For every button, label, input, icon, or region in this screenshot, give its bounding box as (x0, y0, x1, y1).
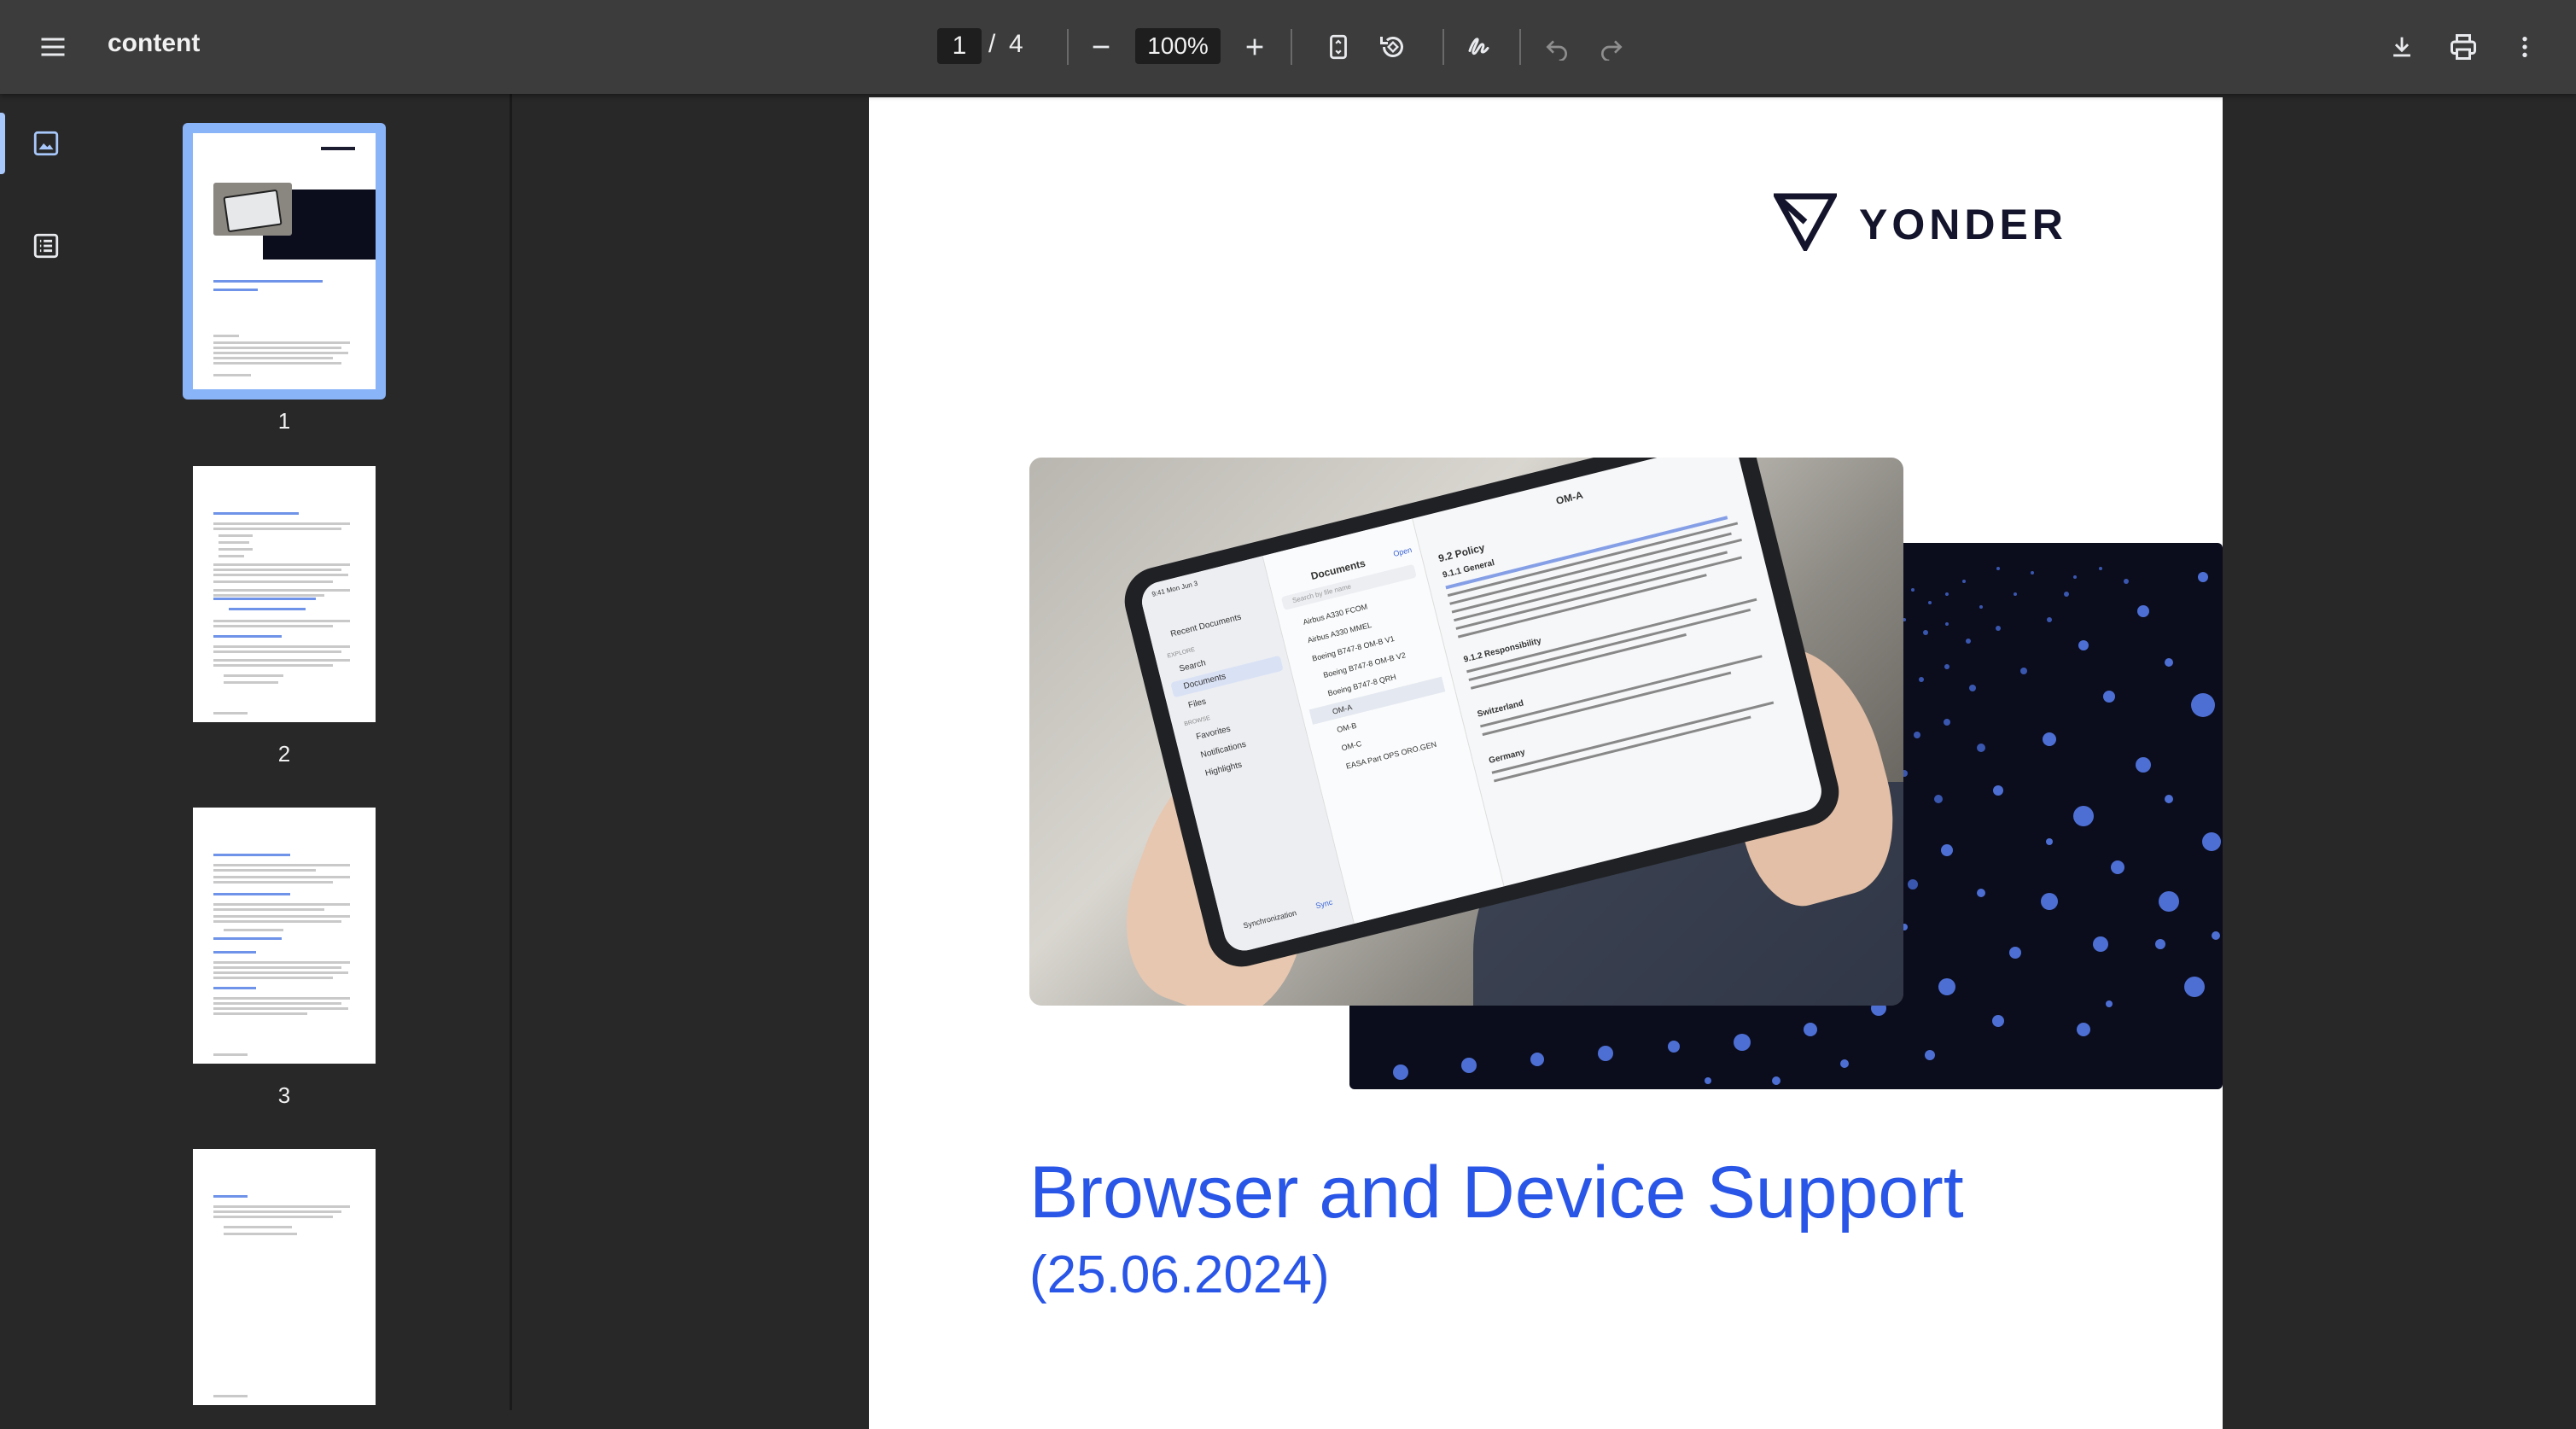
document-date: (25.06.2024) (1029, 1245, 1330, 1304)
image-icon (33, 131, 59, 156)
thumbnail-page-number: 3 (277, 1082, 291, 1108)
menu-button[interactable] (26, 20, 80, 74)
draw-icon (1468, 38, 1489, 55)
zoom-input[interactable] (1135, 28, 1221, 64)
print-button[interactable] (2436, 20, 2491, 74)
undo-icon (1546, 40, 1567, 61)
thumbnail-page-2[interactable]: 2 (183, 456, 386, 780)
rotate-icon (1380, 36, 1403, 57)
zoom-in-button[interactable] (1227, 20, 1282, 74)
outline-view-button[interactable] (29, 229, 63, 263)
tablet-photo: 9:41 Mon Jun 3 Recent Documents EXPLORE … (1029, 458, 1903, 1006)
fit-to-page-button[interactable] (1311, 20, 1366, 74)
tablet-subheading: Germany (1488, 747, 1526, 767)
view-rail (0, 94, 90, 1410)
yonder-logo-icon (1774, 193, 1837, 251)
download-icon (2393, 37, 2410, 57)
thumbnail-image (193, 808, 376, 1064)
more-options-button[interactable] (2497, 20, 2552, 74)
thumbnail-image (193, 133, 376, 389)
document-heading: Browser and Device Support (1029, 1152, 1964, 1234)
active-view-indicator (0, 113, 5, 174)
fit-page-icon (1330, 34, 1347, 60)
minus-icon (1093, 45, 1110, 49)
list-icon (33, 233, 59, 259)
document-title: content (108, 29, 201, 57)
rotate-button[interactable] (1366, 20, 1420, 74)
thumbnail-sidebar: 1 2 3 (90, 94, 510, 1410)
thumbnail-image (193, 1149, 376, 1405)
redo-button[interactable] (1584, 20, 1639, 74)
page-number-input[interactable] (937, 28, 982, 64)
hamburger-icon (41, 38, 65, 56)
pdf-toolbar: content / 4 (0, 0, 2576, 94)
document-page: YONDER 9:41 Mon Jun 3 Recent Documents E… (869, 97, 2223, 1429)
toolbar-divider (1519, 29, 1521, 65)
redo-icon (1601, 40, 1623, 61)
undo-button[interactable] (1530, 20, 1584, 74)
thumbnails-view-button[interactable] (29, 126, 63, 160)
brand-name: YONDER (1859, 201, 2067, 248)
annotate-button[interactable] (1453, 20, 1507, 74)
sidebar-divider (510, 94, 512, 1410)
toolbar-divider (1442, 29, 1444, 65)
thumbnail-page-3[interactable]: 3 (183, 797, 386, 1122)
zoom-out-button[interactable] (1074, 20, 1128, 74)
thumbnail-page-number: 1 (277, 408, 291, 434)
download-button[interactable] (2375, 20, 2429, 74)
toolbar-divider (1291, 29, 1292, 65)
more-vert-icon (2522, 37, 2527, 57)
page-separator: / (988, 30, 996, 58)
print-icon (2451, 34, 2476, 60)
toolbar-divider (1067, 29, 1069, 65)
page-total: 4 (1009, 30, 1023, 58)
plus-icon (1246, 38, 1263, 55)
thumbnail-page-4[interactable]: 4 (183, 1139, 386, 1410)
tablet-doc-title: OM-A (1554, 488, 1584, 507)
thumbnail-image (193, 466, 376, 722)
thumbnail-page-number: 2 (277, 741, 291, 767)
thumbnail-page-1[interactable]: 1 (183, 123, 386, 447)
